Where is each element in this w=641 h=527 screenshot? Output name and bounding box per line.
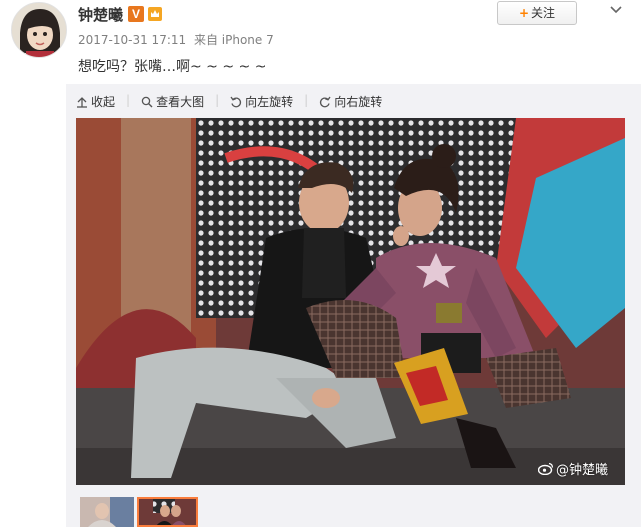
media-toolbar: 收起 | 查看大图 | 向左旋转 | 向右旋转 (76, 93, 382, 110)
photo-watermark: @钟楚曦 (538, 459, 608, 478)
collapse-button[interactable]: 收起 (76, 93, 115, 110)
rotate-left-label: 向左旋转 (245, 95, 294, 109)
view-large-label: 查看大图 (156, 95, 205, 109)
image-thumbnail[interactable] (80, 497, 134, 527)
magnifier-icon (141, 96, 153, 107)
watermark-text: @钟楚曦 (556, 463, 609, 478)
post-source: 来自 iPhone 7 (193, 33, 274, 47)
chevron-down-icon[interactable] (606, 0, 626, 20)
rotate-right-icon (320, 96, 331, 107)
collapse-label: 收起 (91, 95, 116, 109)
weibo-logo-icon (538, 462, 554, 475)
avatar[interactable] (11, 2, 67, 58)
rank-badge-icon[interactable] (147, 6, 163, 22)
follow-label: 关注 (531, 6, 556, 20)
post-timestamp[interactable]: 2017-10-31 17:11 (78, 33, 186, 47)
thumbnail-image (139, 499, 196, 525)
post-photo[interactable] (76, 118, 625, 485)
collapse-arrow-icon (77, 96, 87, 108)
thumbnail-image (80, 497, 134, 527)
rotate-right-label: 向右旋转 (334, 95, 383, 109)
toolbar-divider: | (126, 93, 131, 107)
view-large-button[interactable]: 查看大图 (141, 93, 204, 110)
photo-illustration (76, 118, 625, 485)
rotate-left-icon (230, 96, 242, 107)
verified-v-icon: V (128, 6, 144, 22)
post-meta: 2017-10-31 17:11 来自 iPhone 7 (78, 31, 274, 48)
author-name[interactable]: 钟楚曦 (78, 4, 123, 25)
rotate-left-button[interactable]: 向左旋转 (230, 93, 293, 110)
follow-button[interactable]: + 关注 (497, 1, 577, 25)
rotate-right-button[interactable]: 向右旋转 (319, 93, 382, 110)
toolbar-divider: | (215, 93, 220, 107)
avatar-illustration (12, 3, 66, 57)
post-text: 想吃吗？张嘴…啊~ ~ ~ ~ ~ (78, 59, 267, 75)
toolbar-divider: | (304, 93, 309, 107)
image-thumbnail-selected[interactable] (137, 497, 198, 527)
plus-icon: + (518, 6, 530, 20)
